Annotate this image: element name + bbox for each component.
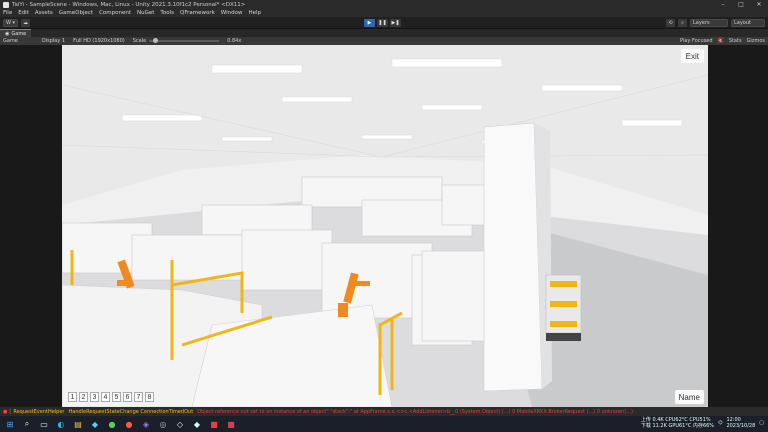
file-explorer-icon[interactable]: ▤ <box>71 417 85 431</box>
history-icon[interactable]: ⟲ <box>666 19 675 27</box>
window-title: TaiYi - SampleScene - Windows, Mac, Linu… <box>12 1 246 8</box>
camera-button-7[interactable]: 7 <box>134 392 143 402</box>
menu-assets[interactable]: Assets <box>35 10 53 16</box>
unity-app-icon <box>3 1 9 8</box>
window-controls: – □ ✕ <box>714 0 768 9</box>
unity-editor-icon[interactable]: ◆ <box>190 417 204 431</box>
tab-game-label: Game <box>11 30 27 37</box>
editor-tabs: ◉ Game <box>0 29 768 37</box>
search-icon[interactable]: ⌕ <box>678 19 687 27</box>
gamepad-icon: ◉ <box>5 30 10 37</box>
view-dropdown[interactable]: Game <box>3 38 18 44</box>
system-tray: 上传 0.4K CPU62°C CPU51% 下载 11.2K GPU61°C … <box>641 417 764 429</box>
camera-button-1[interactable]: 1 <box>68 392 77 402</box>
close-icon[interactable]: ✕ <box>750 0 768 9</box>
camera-button-6[interactable]: 6 <box>123 392 132 402</box>
windows-start-icon[interactable]: ⊞ <box>3 417 17 431</box>
minimize-icon[interactable]: – <box>714 0 732 9</box>
windows-taskbar: ⊞ ⌕ ▭ ◐ ▤ ◆ ● ● ◈ ◎ ◇ ◆ ■ ■ 上传 0.4K CPU6… <box>0 416 768 432</box>
clock-date: 2023/10/28 <box>726 423 756 429</box>
camera-button-5[interactable]: 5 <box>112 392 121 402</box>
tray-stats-line-2: 下载 11.2K GPU61°C 内存66% <box>640 423 715 429</box>
app-icon-5[interactable]: ■ <box>224 417 238 431</box>
menu-file[interactable]: File <box>3 10 12 16</box>
search-taskbar-icon[interactable]: ⌕ <box>20 417 34 431</box>
menu-qframework[interactable]: QFramework <box>180 10 215 16</box>
play-controls: ▶ ❚❚ ▶❚ <box>364 19 401 27</box>
camera-button-2[interactable]: 2 <box>79 392 88 402</box>
menu-tools[interactable]: Tools <box>160 10 174 16</box>
name-button[interactable]: Name <box>674 390 704 404</box>
play-button[interactable]: ▶ <box>364 19 375 27</box>
layout-dropdown[interactable]: Layout <box>731 19 765 27</box>
network-icon[interactable]: ⌬ <box>718 420 722 426</box>
notification-icon[interactable]: ▢ <box>759 420 764 426</box>
menu-gameobject[interactable]: GameObject <box>59 10 93 16</box>
camera-button-4[interactable]: 4 <box>101 392 110 402</box>
app-icon-4[interactable]: ■ <box>207 417 221 431</box>
scale-label: Scale <box>132 38 147 44</box>
title-bar: TaiYi - SampleScene - Windows, Mac, Linu… <box>0 0 768 9</box>
menu-edit[interactable]: Edit <box>18 10 29 16</box>
game-viewport[interactable]: Exit 1 2 3 4 5 6 7 8 Name <box>62 45 708 407</box>
exit-button[interactable]: Exit <box>680 49 704 63</box>
console-detail: Object reference not set to an instance … <box>197 408 634 415</box>
layers-dropdown[interactable]: Layers <box>690 19 728 27</box>
camera-button-3[interactable]: 3 <box>90 392 99 402</box>
resolution-dropdown[interactable]: Full HD (1920x1080) <box>73 38 125 44</box>
wechat-icon[interactable]: ● <box>105 417 119 431</box>
unity-hub-icon[interactable]: ◇ <box>173 417 187 431</box>
camera-button-8[interactable]: 8 <box>145 392 154 402</box>
console-source: RequestEventHelper <box>13 408 65 415</box>
camera-buttons: 1 2 3 4 5 6 7 8 <box>68 392 154 402</box>
app-icon-3[interactable]: ◈ <box>139 417 153 431</box>
error-tag: [ <box>9 408 12 415</box>
display-dropdown[interactable]: Display 1 <box>42 38 65 44</box>
gizmos-toggle[interactable]: Gizmos <box>747 38 765 44</box>
pause-button[interactable]: ❚❚ <box>377 19 388 27</box>
stats-toggle[interactable]: Stats <box>729 38 742 44</box>
edge-icon[interactable]: ◐ <box>54 417 68 431</box>
factory-scene <box>62 45 708 407</box>
menu-component[interactable]: Component <box>99 10 131 16</box>
app-icon-2[interactable]: ● <box>122 417 136 431</box>
steam-icon[interactable]: ◎ <box>156 417 170 431</box>
layers-label: Layers <box>693 20 710 26</box>
menu-window[interactable]: Window <box>221 10 243 16</box>
main-toolbar: W ▾ ☁ ▶ ❚❚ ▶❚ ⟲ ⌕ Layers Layout <box>0 17 768 29</box>
step-button[interactable]: ▶❚ <box>390 19 401 27</box>
console-status-bar[interactable]: ● [ RequestEventHelper HandleRequestStat… <box>0 407 768 416</box>
clock[interactable]: 12:00 2023/10/28 <box>726 417 755 429</box>
game-view-toolbar: Game Display 1 Full HD (1920x1080) Scale… <box>0 37 768 45</box>
error-icon: ● <box>3 408 8 415</box>
menu-help[interactable]: Help <box>248 10 261 16</box>
console-message: HandleRequestStateChange ConnectionTimed… <box>68 408 194 415</box>
tab-game[interactable]: ◉ Game <box>0 29 32 37</box>
scale-value: 0.84x <box>227 38 242 44</box>
scale-slider[interactable] <box>149 38 220 43</box>
app-icon-1[interactable]: ◆ <box>88 417 102 431</box>
layout-label: Layout <box>734 20 751 26</box>
mute-icon[interactable]: 🔇 <box>718 38 724 44</box>
play-focused-dropdown[interactable]: Play Focused <box>680 38 713 44</box>
cloud-icon[interactable]: ☁ <box>21 19 31 27</box>
task-view-icon[interactable]: ▭ <box>37 417 51 431</box>
menu-nuget[interactable]: NuGet <box>137 10 154 16</box>
account-dropdown[interactable]: W ▾ <box>3 19 19 27</box>
menu-bar: File Edit Assets GameObject Component Nu… <box>0 9 768 17</box>
maximize-icon[interactable]: □ <box>732 0 750 9</box>
